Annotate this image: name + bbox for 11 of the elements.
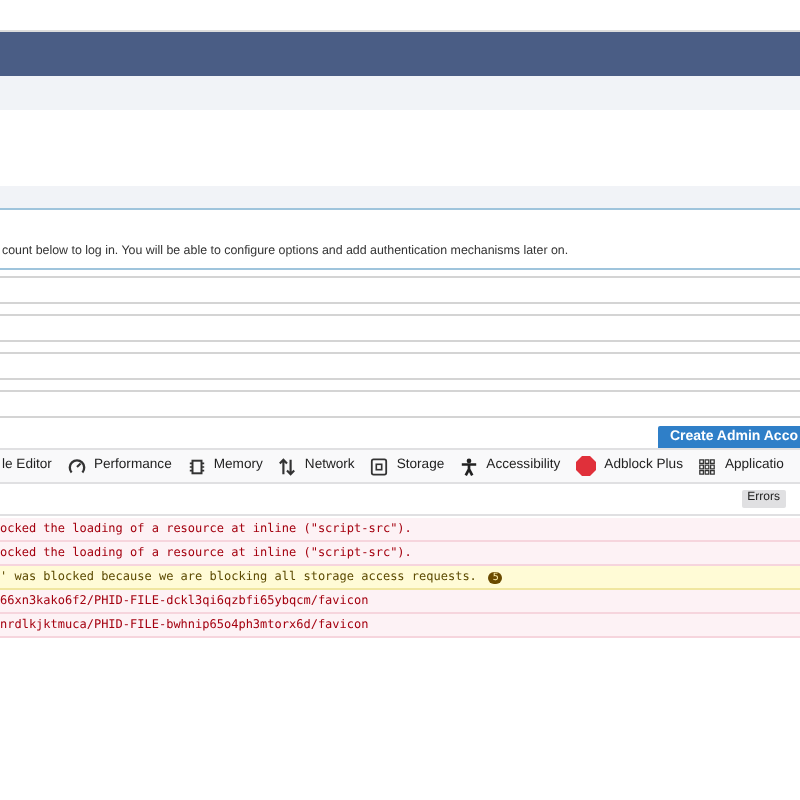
up-down-arrows-icon (278, 457, 297, 475)
grid-icon (698, 457, 717, 475)
input-field[interactable] (0, 352, 800, 380)
person-icon (460, 457, 479, 475)
storage-icon (370, 457, 389, 475)
input-field[interactable] (0, 390, 800, 418)
gauge-icon (67, 457, 86, 475)
stop-sign-icon (576, 456, 597, 476)
input-field[interactable] (0, 276, 800, 304)
input-field[interactable] (0, 314, 800, 342)
chip-icon (187, 457, 206, 475)
